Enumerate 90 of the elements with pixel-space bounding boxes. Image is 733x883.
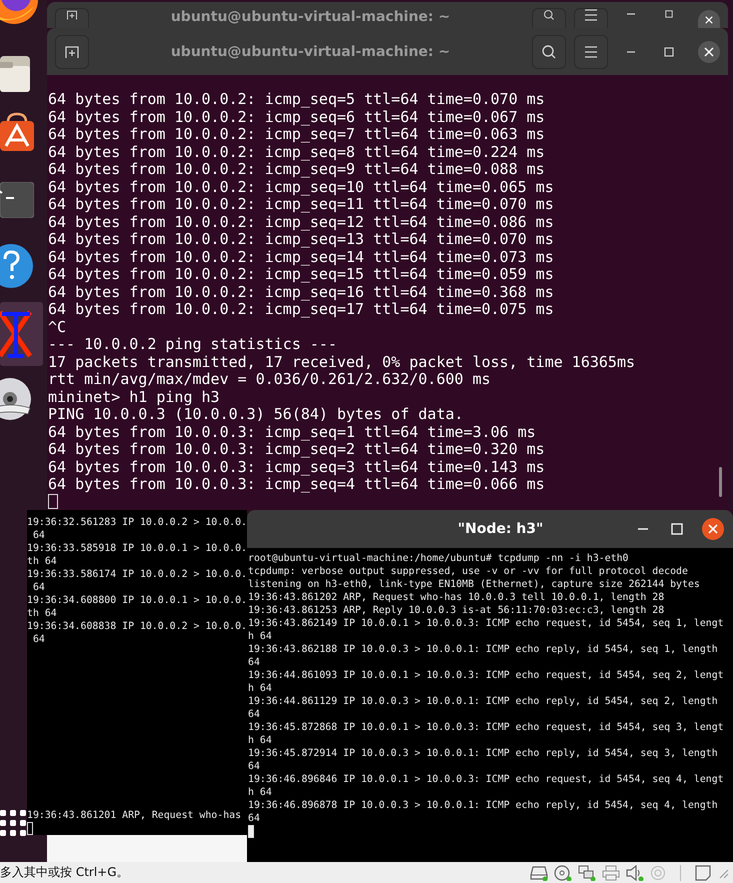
terminal-line: h 64 — [248, 682, 273, 695]
maximize-icon — [664, 46, 674, 56]
menu-icon — [584, 46, 598, 58]
terminal-line: 19:36:43.862188 IP 10.0.0.3 > 10.0.0.1: ICMP echo reply, id 5454, seq 1, length — [248, 643, 719, 656]
new-tab-button[interactable] — [55, 8, 89, 28]
terminal-line: 64 bytes from 10.0.0.2: icmp_seq=13 ttl=64 time=0.070 ms — [48, 231, 555, 248]
terminal-line: rtt min/avg/max/mdev = 0.036/0.261/2.632/0.600 ms — [48, 371, 492, 388]
terminal-line: 64 bytes from 10.0.0.2: icmp_seq=17 ttl=64 time=0.075 ms — [48, 301, 555, 318]
terminal-line: 19:36:45.872868 IP 10.0.0.1 > 10.0.0.3: ICMP echo request, id 5454, seq 3, lengt — [248, 721, 725, 734]
terminal-line: listening on h3-eth0, link-type EN10MB (Ethernet), capture size 262144 bytes — [248, 578, 701, 591]
maximize-icon — [671, 523, 683, 535]
terminal-line: 19:36:43.861253 ARP, Reply 10.0.0.3 is-at 56:11:70:03:ec:c3, length 28 — [248, 604, 666, 617]
terminal-line: 64 — [32, 581, 46, 594]
menu-button[interactable] — [574, 34, 608, 68]
terminal-line: 64 bytes from 10.0.0.2: icmp_seq=6 ttl=64 time=0.067 ms — [48, 108, 546, 126]
terminal-line: 64 bytes from 10.0.0.2: icmp_seq=14 ttl=64 time=0.073 ms — [48, 248, 555, 266]
scrollbar[interactable] — [719, 467, 722, 497]
terminal-line: 19:36:43.861202 ARP, Request who-has 10.0.0.3 tell 10.0.0.1, length 28 — [248, 591, 666, 604]
terminal-line: h 64 — [248, 786, 273, 799]
terminal-line: h 64 — [248, 630, 273, 643]
close-icon — [708, 524, 718, 534]
window-title: ubuntu@ubuntu-virtual-machine: ~ — [170, 8, 452, 25]
terminal-line: 64 bytes from 10.0.0.2: icmp_seq=12 ttl=64 time=0.086 ms — [48, 214, 555, 231]
terminal-line: 19:36:44.861093 IP 10.0.0.1 > 10.0.0.3: ICMP echo request, id 5454, seq 2, lengt — [248, 669, 725, 682]
window-title: "Node: h3" — [456, 521, 544, 537]
terminal-line: 19:36:33.585918 IP 10.0.0.1 > 10.0.0. — [27, 542, 247, 555]
menu-button[interactable] — [574, 8, 608, 28]
xterm-icon[interactable] — [0, 302, 43, 366]
terminal-line: 64 — [248, 708, 261, 721]
help-icon[interactable] — [0, 244, 34, 288]
menu-icon — [584, 9, 598, 21]
terminal-line: 19:36:43.861201 ARP, Request who-has — [27, 809, 242, 822]
terminal-line: 19:36:34.608800 IP 10.0.0.1 > 10.0.0. — [27, 594, 247, 607]
terminal-line: PING 10.0.0.3 (10.0.0.3) 56(84) bytes of data. — [48, 406, 464, 424]
minimize-icon — [637, 528, 649, 530]
terminal-line: 19:36:32.561283 IP 10.0.0.2 > 10.0.0. — [27, 516, 247, 529]
speaker-icon[interactable] — [626, 864, 644, 880]
terminal-line: 19:36:46.896878 IP 10.0.0.3 > 10.0.0.1: ICMP echo reply, id 5454, seq 4, length — [248, 799, 719, 812]
terminal-line: 17 packets transmitted, 17 received, 0% packet loss, time 16365ms — [48, 354, 636, 371]
terminal-line: h 64 — [248, 734, 273, 747]
search-icon — [541, 44, 557, 60]
terminal-line: 64 bytes from 10.0.0.3: icmp_seq=1 ttl=64 time=3.06 ms — [48, 424, 537, 441]
minimize-icon — [626, 50, 636, 52]
close-icon — [704, 46, 714, 56]
browser-icon[interactable] — [0, 0, 38, 26]
window-title: ubuntu@ubuntu-virtual-machine: ~ — [170, 44, 452, 60]
close-button[interactable] — [698, 10, 720, 28]
terminal-line: 64 — [248, 812, 261, 825]
terminal-line: 64 bytes from 10.0.0.2: icmp_seq=8 ttl=64 time=0.224 ms — [48, 144, 546, 161]
terminal-line: 64 bytes from 10.0.0.3: icmp_seq=3 ttl=64 time=0.143 ms — [48, 458, 546, 476]
close-icon — [704, 16, 714, 24]
terminal-line: 64 bytes from 10.0.0.2: icmp_seq=15 ttl=64 time=0.059 ms — [48, 266, 555, 284]
maximize-icon — [664, 10, 674, 18]
terminal-line: 64 bytes from 10.0.0.3: icmp_seq=4 ttl=64 time=0.066 ms — [48, 476, 546, 494]
terminal-line: root@ubuntu-virtual-machine:/home/ubuntu# tcpdump -nn -i h3-eth0 — [248, 552, 630, 565]
close-button[interactable] — [698, 40, 720, 62]
terminal-line: tcpdump: verbose output suppressed, use -v or -vv for full protocol decode — [248, 565, 689, 578]
terminal-line: 64 bytes from 10.0.0.2: icmp_seq=16 ttl=64 time=0.368 ms — [48, 284, 555, 301]
terminal-line: --- 10.0.0.2 ping statistics --- — [48, 336, 338, 354]
terminal-line: 64 — [32, 529, 46, 542]
terminal-line: 64 — [248, 760, 261, 773]
terminal-line: 19:36:34.608838 IP 10.0.0.2 > 10.0.0. — [27, 620, 247, 633]
terminal-line: 19:36:45.872914 IP 10.0.0.3 > 10.0.0.1: ICMP echo reply, id 5454, seq 3, length — [248, 747, 719, 760]
terminal-line: 19:36:44.861129 IP 10.0.0.3 > 10.0.0.1: ICMP echo reply, id 5454, seq 2, length — [248, 695, 719, 708]
terminal-line: th 64 — [27, 555, 58, 568]
terminal-line: 19:36:33.586174 IP 10.0.0.2 > 10.0.0. — [27, 568, 247, 581]
terminal-line: 64 bytes from 10.0.0.2: icmp_seq=11 ttl=64 time=0.070 ms — [48, 196, 555, 214]
terminal-line: 64 bytes from 10.0.0.2: icmp_seq=10 ttl=64 time=0.065 ms — [48, 178, 555, 196]
search-button[interactable] — [532, 34, 566, 68]
bag-icon[interactable] — [0, 112, 34, 152]
terminal-line: mininet> h1 ping h3 — [48, 388, 221, 406]
new-tab-button[interactable] — [55, 34, 89, 68]
new-tab-icon — [64, 9, 80, 21]
status-text: 多入其中或按 Ctrl+G。 — [0, 864, 129, 881]
terminal-line: th 64 — [27, 607, 58, 620]
terminal-line: 64 bytes from 10.0.0.2: icmp_seq=7 ttl=64 time=0.063 ms — [48, 126, 546, 144]
terminal-line: 64 bytes from 10.0.0.2: icmp_seq=5 ttl=64 time=0.070 ms — [48, 91, 546, 108]
terminal-line: 19:36:46.896846 IP 10.0.0.1 > 10.0.0.3: ICMP echo request, id 5454, seq 4, lengt — [248, 773, 725, 786]
terminal-line: ^C — [48, 318, 68, 336]
note-icon[interactable] — [695, 864, 711, 880]
new-tab-icon — [64, 44, 80, 60]
network-icon[interactable] — [578, 864, 596, 880]
resize-grip-icon[interactable] — [717, 866, 729, 878]
terminal-line: 64 — [32, 633, 46, 646]
close-button[interactable] — [702, 518, 724, 540]
terminal-line: 64 bytes from 10.0.0.3: icmp_seq=2 ttl=64 time=0.320 ms — [48, 441, 546, 458]
search-button[interactable] — [532, 8, 566, 28]
terminal-line: 64 — [248, 656, 261, 669]
terminal-line: 64 bytes from 10.0.0.2: icmp_seq=9 ttl=64 time=0.088 ms — [48, 161, 546, 178]
terminal-line: 19:36:43.862149 IP 10.0.0.1 > 10.0.0.3: ICMP echo request, id 5454, seq 1, lengt — [248, 617, 725, 630]
